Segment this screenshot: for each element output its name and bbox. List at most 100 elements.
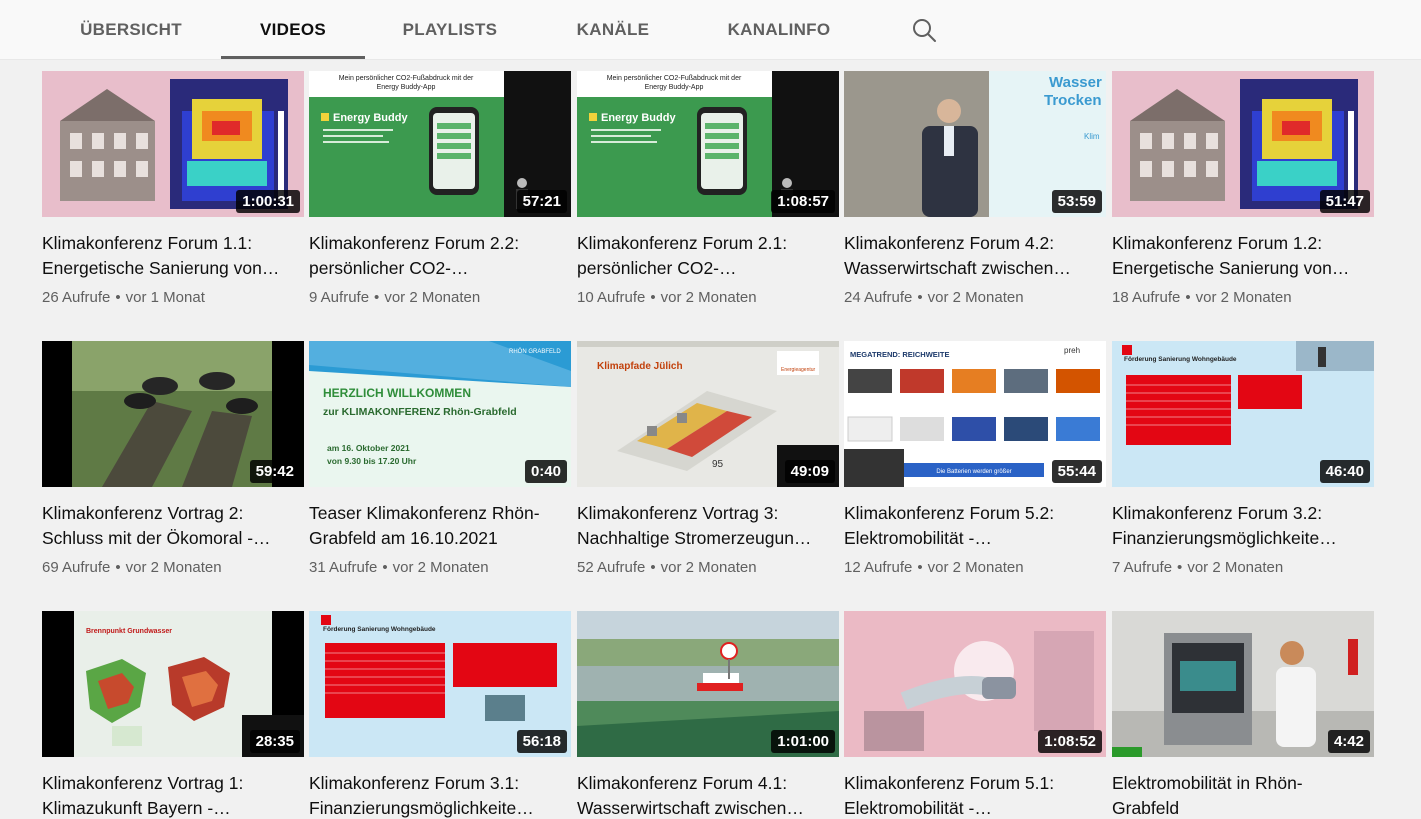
thumb-caption: Wasser	[1049, 74, 1102, 91]
video-title[interactable]: Klimakonferenz Forum 4.2: Wasserwirtschaf…	[844, 231, 1106, 281]
thumb-caption: Förderung Sanierung Wohngebäude	[1124, 356, 1237, 363]
tab-playlists[interactable]: PLAYLISTS	[390, 0, 510, 60]
video-title[interactable]: Teaser Klimakonferenz Rhön- Grabfeld am 1…	[309, 501, 571, 551]
video-meta: 12 Aufrufe • vor 2 Monaten	[844, 559, 1106, 576]
video-title[interactable]: Klimakonferenz Vortrag 3: Nachhaltige Str…	[577, 501, 839, 551]
svg-text:von 9.30 bis 17.20 Uhr: von 9.30 bis 17.20 Uhr	[327, 456, 417, 466]
view-count: 10 Aufrufe	[577, 289, 646, 306]
video-thumbnail[interactable]: 1:00:31	[42, 71, 304, 217]
upload-age: vor 2 Monaten	[660, 289, 757, 306]
svg-text:zur KLIMAKONFERENZ Rhön-Grabf: zur KLIMAKONFERENZ Rhön-Grabfeld	[323, 406, 517, 418]
thumb-caption: MEGATREND: REICHWEITE	[850, 350, 949, 359]
video-duration: 46:40	[1319, 460, 1370, 483]
view-count: 31 Aufrufe	[309, 559, 378, 576]
view-count: 9 Aufrufe	[309, 289, 370, 306]
video-thumbnail[interactable]: 4:42	[1112, 611, 1374, 757]
video-duration: 56:18	[516, 730, 567, 753]
video-duration: 0:40	[524, 460, 567, 483]
video-card[interactable]: 4:42 Elektromobilität in Rhön- Grabfeld	[1112, 611, 1374, 819]
tab-channels[interactable]: KANÄLE	[565, 0, 661, 60]
video-title[interactable]: Klimakonferenz Forum 1.2: Energetische Sa…	[1112, 231, 1374, 281]
video-thumbnail[interactable]: Förderung Sanierung Wohngebäude 46:40	[1112, 341, 1374, 487]
video-title[interactable]: Klimakonferenz Forum 1.1: Energetische Sa…	[42, 231, 304, 281]
video-thumbnail[interactable]: 59:42	[42, 341, 304, 487]
video-card[interactable]: Mein persönlicher CO2-Fußabdruck mit der…	[577, 71, 839, 306]
svg-text:Energy Buddy-App: Energy Buddy-App	[377, 84, 436, 91]
separator-dot: •	[917, 559, 923, 576]
separator-dot: •	[115, 289, 121, 306]
video-thumbnail[interactable]: Wasser Trocken Klim 53:59	[844, 71, 1106, 217]
upload-age: vor 2 Monaten	[1187, 559, 1284, 576]
upload-age: vor 2 Monaten	[927, 559, 1024, 576]
upload-age: vor 1 Monat	[125, 289, 205, 306]
svg-text:Trocken: Trocken	[1044, 92, 1102, 109]
video-card[interactable]: Brennpunkt Grundwasser 28:35 Klimakonfer…	[42, 611, 304, 819]
video-thumbnail[interactable]: Förderung Sanierung Wohngebäude 56:18	[309, 611, 571, 757]
video-duration: 1:01:00	[771, 730, 835, 753]
video-meta: 9 Aufrufe • vor 2 Monaten	[309, 289, 571, 306]
video-thumbnail[interactable]: Brennpunkt Grundwasser 28:35	[42, 611, 304, 757]
search-button[interactable]	[908, 14, 940, 46]
video-title[interactable]: Klimakonferenz Forum 2.1: persönlicher CO…	[577, 231, 839, 281]
video-thumbnail[interactable]: 1:08:52	[844, 611, 1106, 757]
svg-text:Energieagentur: Energieagentur	[781, 367, 816, 373]
video-thumbnail[interactable]: MEGATREND: REICHWEITE preh Die Batterien…	[844, 341, 1106, 487]
video-meta: 10 Aufrufe • vor 2 Monaten	[577, 289, 839, 306]
video-thumbnail[interactable]: HERZLICH WILLKOMMEN zur KLIMAKONFERENZ R…	[309, 341, 571, 487]
video-thumbnail[interactable]: Klimapfade Jülich Energieagentur 95 49:0…	[577, 341, 839, 487]
video-meta: 69 Aufrufe • vor 2 Monaten	[42, 559, 304, 576]
upload-age: vor 2 Monaten	[1195, 289, 1292, 306]
tab-about[interactable]: KANALINFO	[716, 0, 842, 60]
video-thumbnail[interactable]: Mein persönlicher CO2-Fußabdruck mit der…	[309, 71, 571, 217]
video-title[interactable]: Klimakonferenz Vortrag 1: Klimazukunft Ba…	[42, 771, 304, 819]
svg-text:Mein persönlicher CO2-Fußabdru: Mein persönlicher CO2-Fußabdruck mit der	[607, 75, 742, 82]
video-card[interactable]: 59:42 Klimakonferenz Vortrag 2: Schluss m…	[42, 341, 304, 576]
video-meta: 18 Aufrufe • vor 2 Monaten	[1112, 289, 1374, 306]
thumb-caption: Energy Buddy	[333, 112, 408, 124]
video-duration: 28:35	[249, 730, 300, 753]
svg-text:Energy Buddy-App: Energy Buddy-App	[645, 84, 704, 91]
video-title[interactable]: Klimakonferenz Forum 5.1: Elektromobilitä…	[844, 771, 1106, 819]
video-thumbnail[interactable]: 1:01:00	[577, 611, 839, 757]
upload-age: vor 2 Monaten	[384, 289, 481, 306]
video-meta: 52 Aufrufe • vor 2 Monaten	[577, 559, 839, 576]
tab-overview[interactable]: ÜBERSICHT	[68, 0, 194, 60]
video-title[interactable]: Elektromobilität in Rhön- Grabfeld	[1112, 771, 1374, 819]
video-card[interactable]: 51:47 Klimakonferenz Forum 1.2: Energetis…	[1112, 71, 1374, 306]
video-card[interactable]: Förderung Sanierung Wohngebäude 56:18 Kl…	[309, 611, 571, 819]
video-meta: 24 Aufrufe • vor 2 Monaten	[844, 289, 1106, 306]
video-title[interactable]: Klimakonferenz Forum 5.2: Elektromobilitä…	[844, 501, 1106, 551]
separator-dot: •	[382, 559, 388, 576]
video-duration: 1:08:57	[771, 190, 835, 213]
video-card[interactable]: Wasser Trocken Klim 53:59 Klimakonferenz…	[844, 71, 1106, 306]
upload-age: vor 2 Monaten	[125, 559, 222, 576]
video-thumbnail[interactable]: 51:47	[1112, 71, 1374, 217]
separator-dot: •	[1185, 289, 1191, 306]
video-meta: 26 Aufrufe • vor 1 Monat	[42, 289, 304, 306]
video-duration: 1:08:52	[1038, 730, 1102, 753]
video-duration: 49:09	[784, 460, 835, 483]
svg-text:Mein persönlicher CO2-Fußabdru: Mein persönlicher CO2-Fußabdruck mit der	[339, 75, 474, 82]
upload-age: vor 2 Monaten	[660, 559, 757, 576]
video-thumbnail[interactable]: Mein persönlicher CO2-Fußabdruck mit der…	[577, 71, 839, 217]
video-card[interactable]: Klimapfade Jülich Energieagentur 95 49:0…	[577, 341, 839, 576]
video-card[interactable]: MEGATREND: REICHWEITE preh Die Batterien…	[844, 341, 1106, 576]
upload-age: vor 2 Monaten	[927, 289, 1024, 306]
video-title[interactable]: Klimakonferenz Forum 2.2: persönlicher CO…	[309, 231, 571, 281]
video-card[interactable]: 1:01:00 Klimakonferenz Forum 4.1: Wasserw…	[577, 611, 839, 819]
video-card[interactable]: 1:00:31 Klimakonferenz Forum 1.1: Energet…	[42, 71, 304, 306]
video-card[interactable]: Mein persönlicher CO2-Fußabdruck mit der…	[309, 71, 571, 306]
view-count: 26 Aufrufe	[42, 289, 111, 306]
svg-text:95: 95	[712, 459, 724, 470]
search-icon	[913, 19, 936, 42]
video-meta: 7 Aufrufe • vor 2 Monaten	[1112, 559, 1374, 576]
video-card[interactable]: Förderung Sanierung Wohngebäude 46:40 Kl…	[1112, 341, 1374, 576]
video-card[interactable]: HERZLICH WILLKOMMEN zur KLIMAKONFERENZ R…	[309, 341, 571, 576]
video-title[interactable]: Klimakonferenz Vortrag 2: Schluss mit der…	[42, 501, 304, 551]
video-title[interactable]: Klimakonferenz Forum 3.1: Finanzierungsmö…	[309, 771, 571, 819]
video-title[interactable]: Klimakonferenz Forum 3.2: Finanzierungsmö…	[1112, 501, 1374, 551]
video-duration: 59:42	[249, 460, 300, 483]
tab-videos[interactable]: VIDEOS	[221, 0, 365, 60]
video-title[interactable]: Klimakonferenz Forum 4.1: Wasserwirtschaf…	[577, 771, 839, 819]
video-card[interactable]: 1:08:52 Klimakonferenz Forum 5.1: Elektro…	[844, 611, 1106, 819]
